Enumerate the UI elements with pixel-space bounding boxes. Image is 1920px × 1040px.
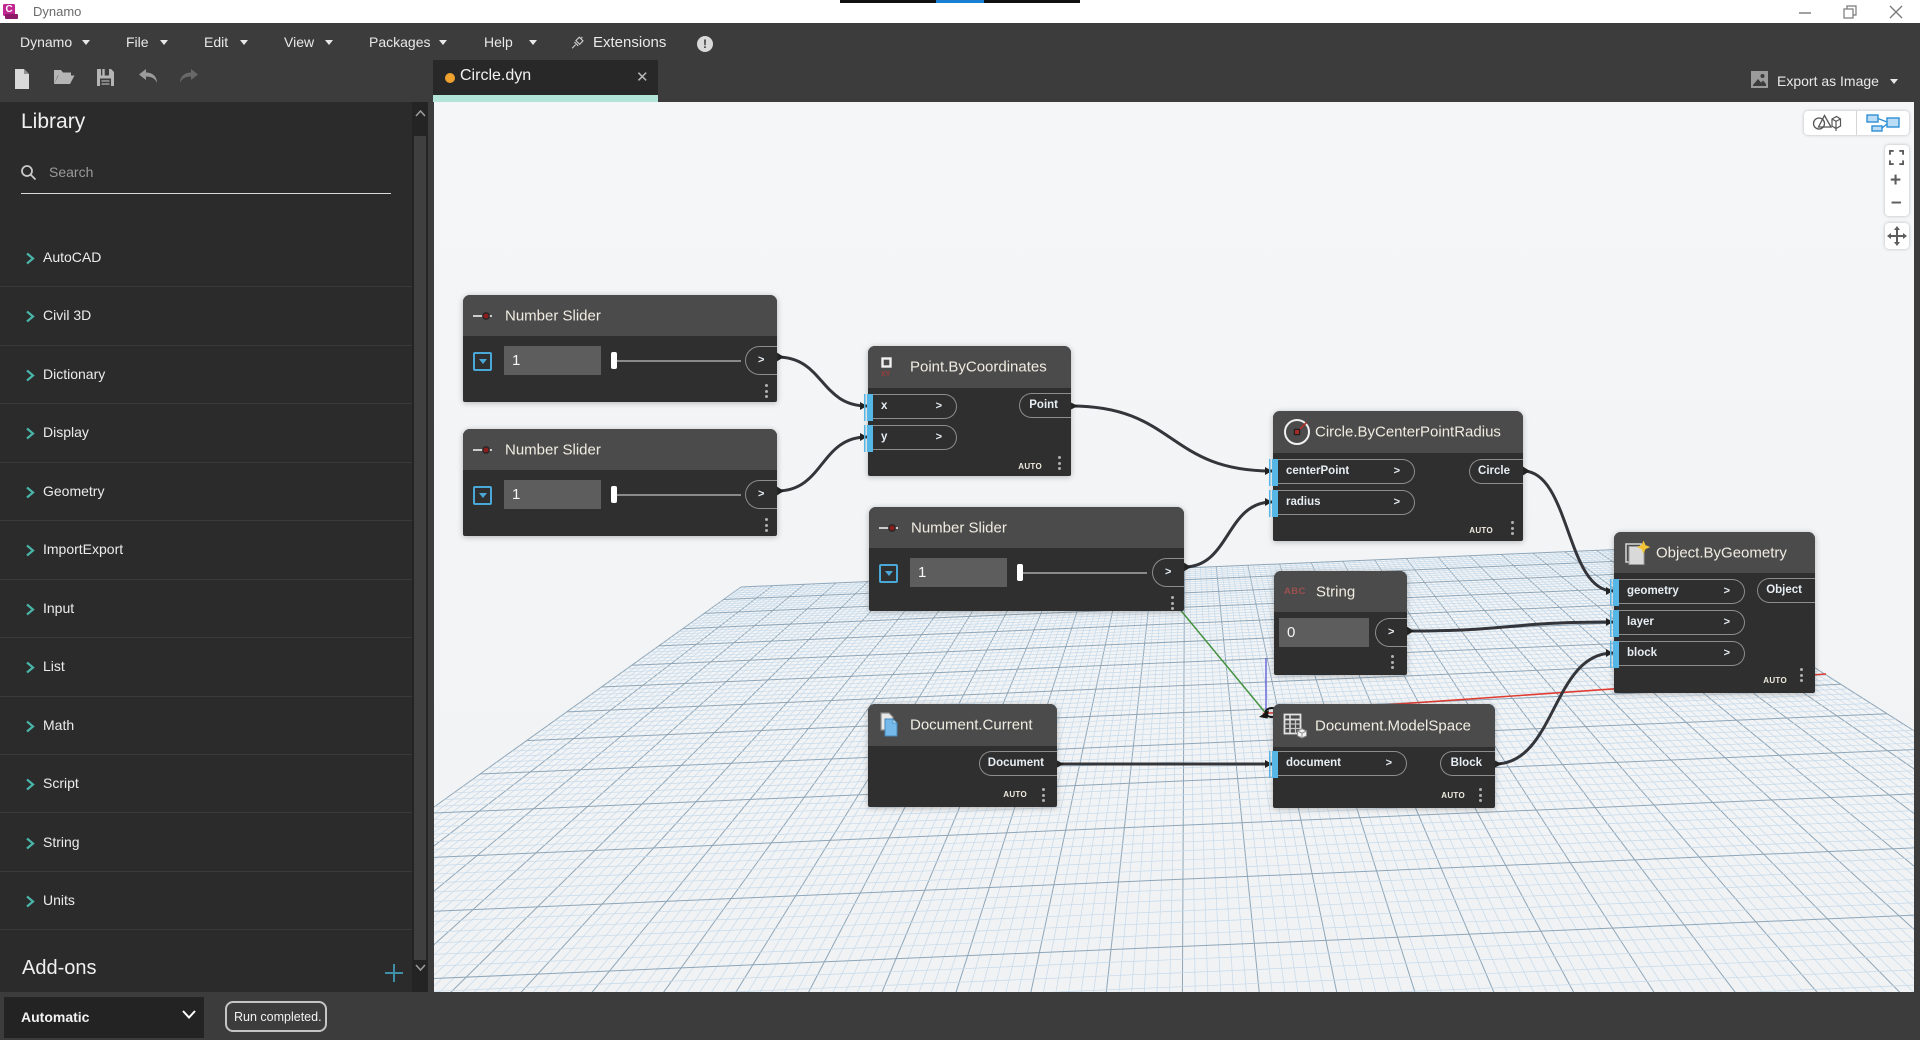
svg-text:XY: XY (881, 371, 891, 377)
